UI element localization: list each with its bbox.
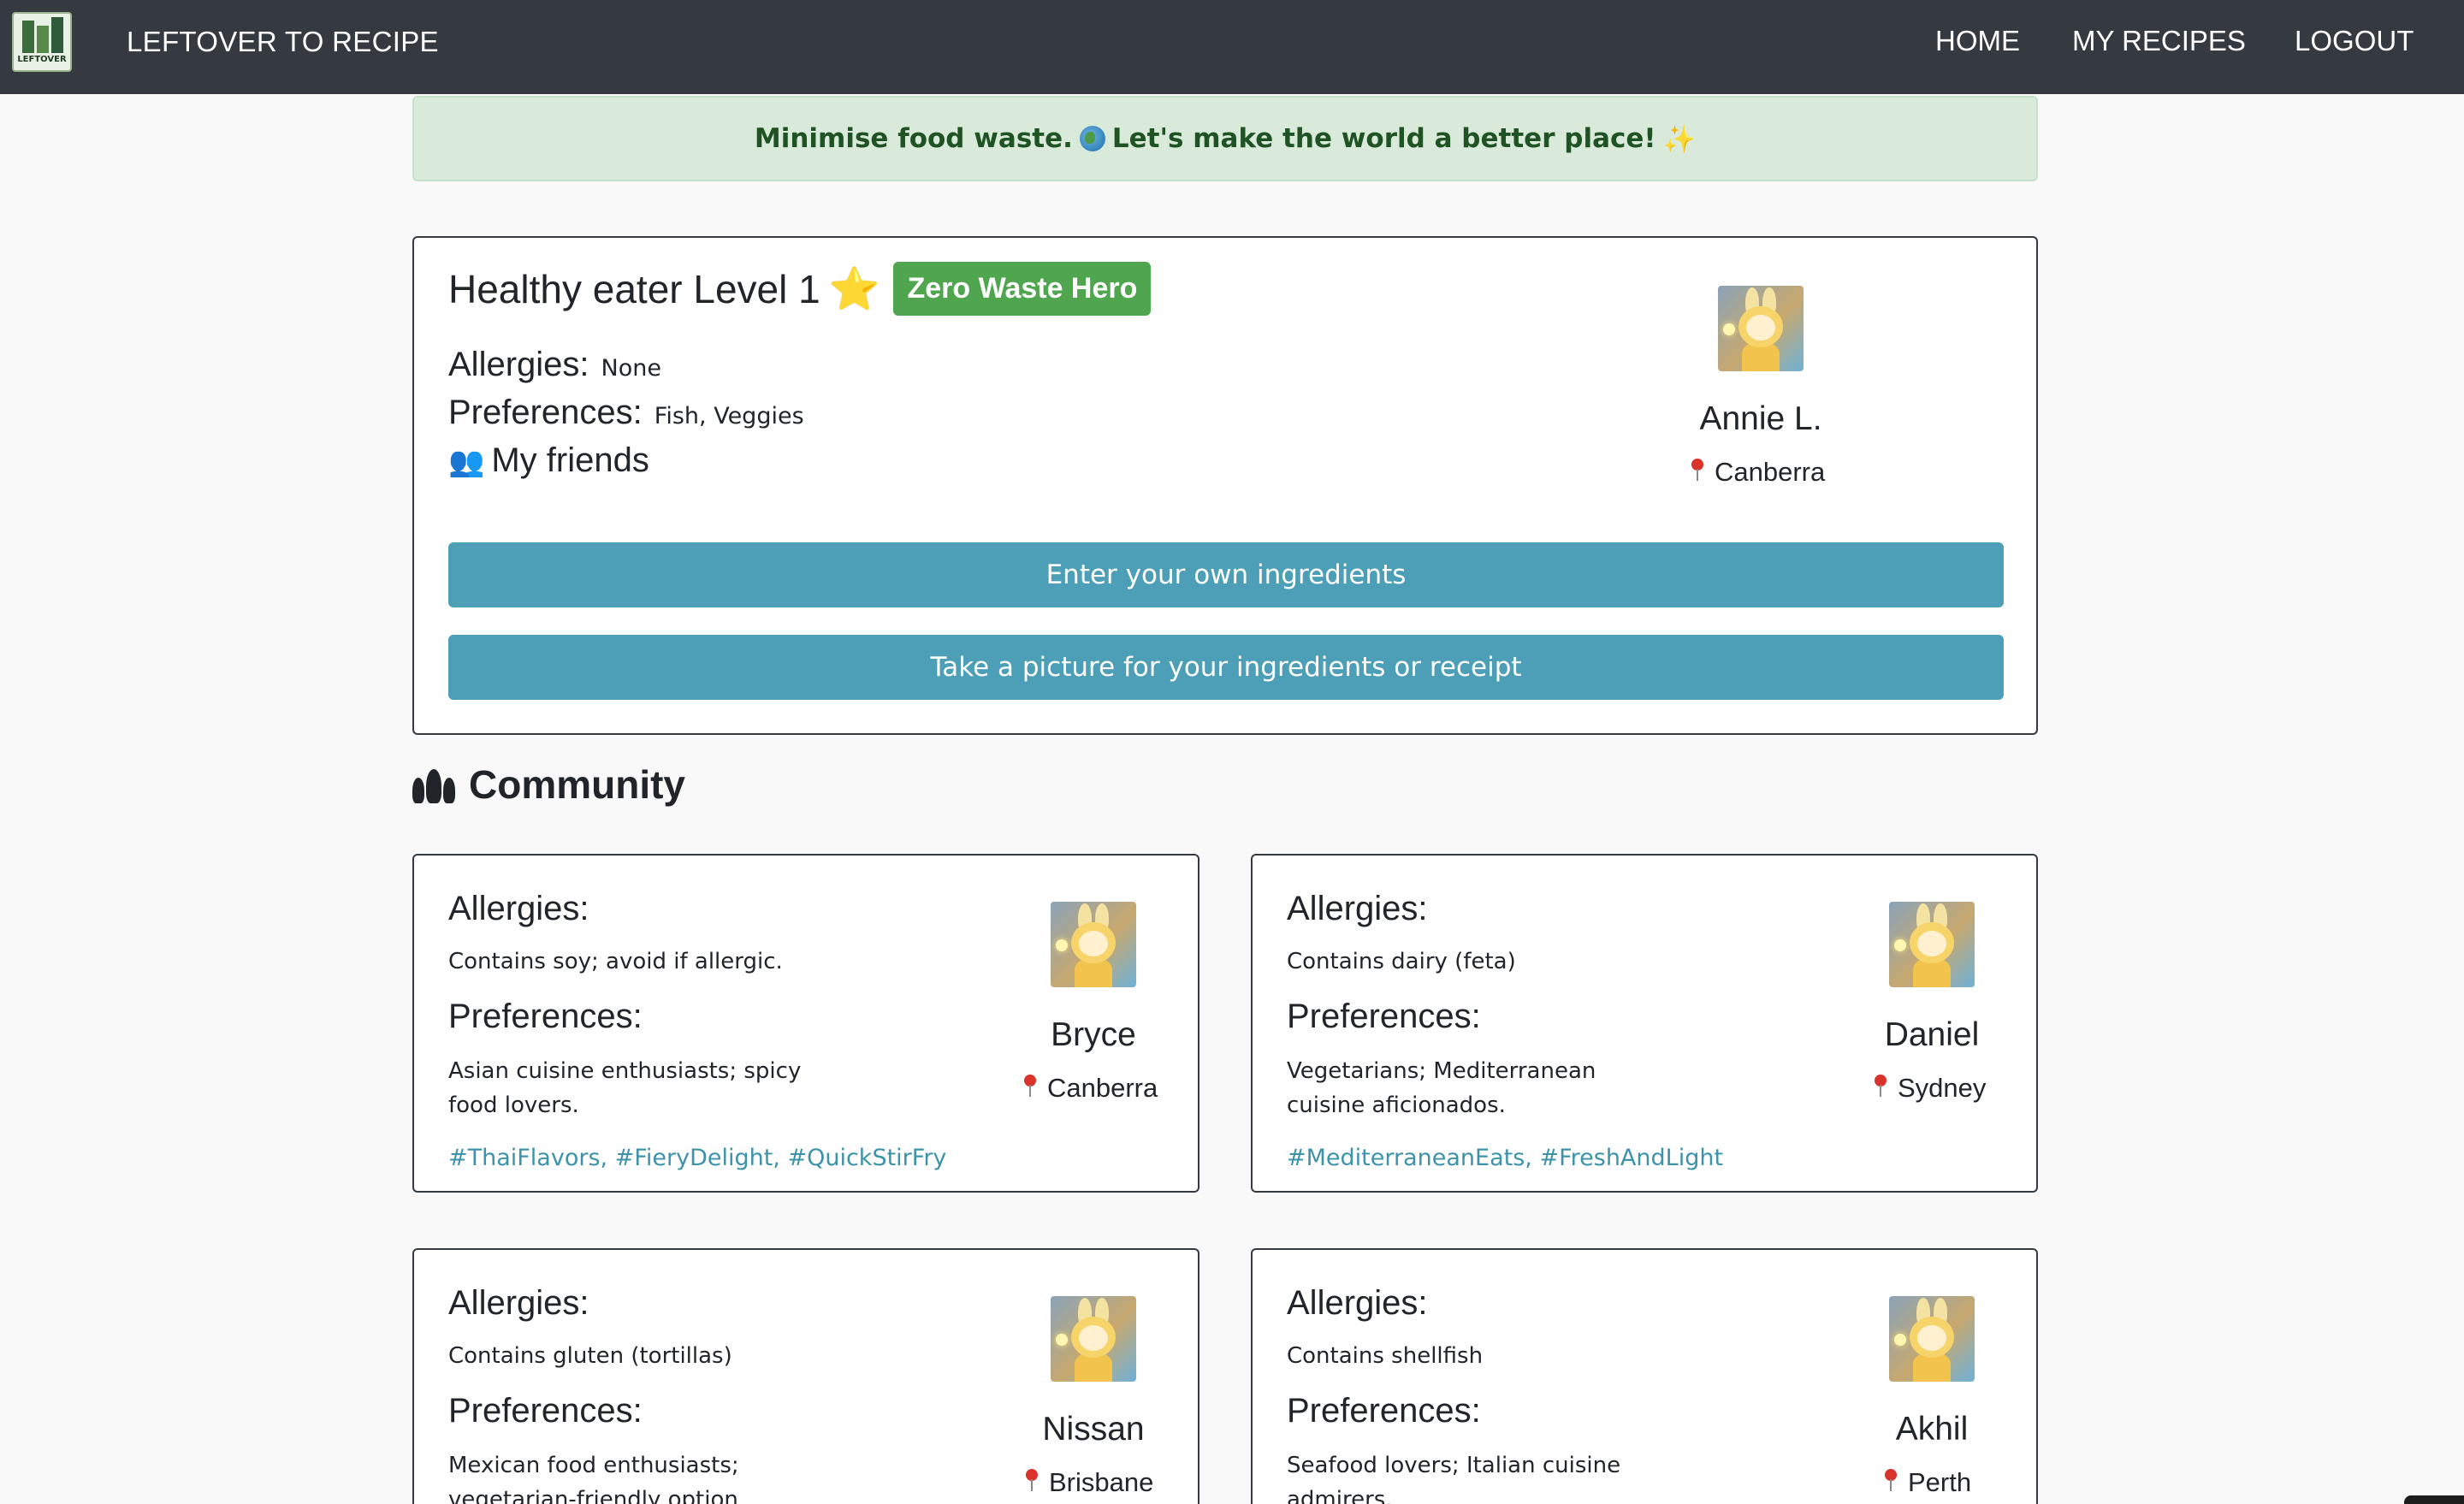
preferences-line-2: food lovers.	[448, 1092, 579, 1118]
community-title: Community	[469, 762, 685, 807]
nav-home-link[interactable]: HOME	[1935, 25, 2020, 57]
profile-location: Canberra	[1689, 457, 1825, 488]
allergies-label: Allergies:	[448, 346, 589, 383]
profile-level: Healthy eater Level 1 ⭐ Zero Waste Hero	[448, 262, 1152, 316]
profile-avatar	[1718, 286, 1804, 371]
allergies-label: Allergies:	[1287, 890, 1428, 927]
preferences-line-1: Mexican food enthusiasts;	[448, 1453, 739, 1478]
preferences-label: Preferences:	[448, 1392, 643, 1430]
member-location-text: Brisbane	[1049, 1467, 1154, 1497]
allergies-value: Contains shellfish	[1287, 1343, 1484, 1369]
profile-card: Healthy eater Level 1 ⭐ Zero Waste Hero …	[412, 236, 2038, 735]
nav-my-recipes-link[interactable]: MY RECIPES	[2072, 25, 2246, 57]
banner-text-2: Let's make the world a better place!	[1111, 123, 1656, 154]
community-card-akhil[interactable]: Allergies: Contains shellfish Preference…	[1251, 1248, 2038, 1504]
my-friends-link[interactable]: 👥 My friends	[448, 441, 649, 480]
app-brand[interactable]: LEFTOVER TO RECIPE	[127, 26, 439, 58]
community-heading: Community	[412, 761, 685, 808]
allergies-value: Contains gluten (tortillas)	[448, 1343, 732, 1369]
member-location: Canberra	[1022, 1073, 1158, 1104]
location-pin-icon	[1872, 1073, 1889, 1098]
recipe-tags[interactable]: #MediterraneanEats, #FreshAndLight	[1287, 1145, 1723, 1171]
member-location-text: Perth	[1908, 1467, 1972, 1497]
member-location: Sydney	[1872, 1073, 1986, 1104]
allergies-label: Allergies:	[448, 890, 589, 927]
preferences-line-1: Seafood lovers; Italian cuisine	[1287, 1453, 1621, 1478]
member-avatar	[1889, 1296, 1975, 1382]
my-friends-label: My friends	[491, 441, 649, 479]
top-navbar: LEFTOVER LEFTOVER TO RECIPE HOME MY RECI…	[0, 0, 2464, 94]
allergies-value: None	[601, 355, 661, 382]
location-pin-icon	[1689, 457, 1706, 483]
preferences-label: Preferences:	[448, 998, 643, 1035]
sparkle-icon: ✨	[1662, 123, 1697, 155]
location-pin-icon	[1022, 1073, 1039, 1098]
community-card-bryce[interactable]: Allergies: Contains soy; avoid if allerg…	[412, 854, 1199, 1193]
level-title: Healthy eater Level 1	[448, 266, 820, 311]
member-location-text: Sydney	[1898, 1073, 1987, 1103]
waste-banner: Minimise food waste. Let's make the worl…	[412, 96, 2038, 181]
community-card-nissan[interactable]: Allergies: Contains gluten (tortillas) P…	[412, 1248, 1199, 1504]
star-icon: ⭐	[828, 267, 880, 312]
nav-logout-link[interactable]: LOGOUT	[2295, 25, 2414, 57]
app-logo[interactable]: LEFTOVER	[12, 12, 72, 72]
member-name: Akhil	[1895, 1411, 1969, 1448]
profile-name: Annie L.	[1699, 400, 1822, 437]
friends-icon: 👥	[448, 446, 485, 478]
location-pin-icon	[1882, 1467, 1899, 1493]
preferences-line-2: admirers.	[1287, 1487, 1393, 1504]
preferences-line-2: vegetarian-friendly option	[448, 1487, 738, 1504]
recipe-tags[interactable]: #ThaiFlavors, #FieryDelight, #QuickStirF…	[448, 1145, 946, 1171]
profile-location-text: Canberra	[1715, 457, 1826, 487]
preferences-line-2: cuisine aficionados.	[1287, 1092, 1506, 1118]
member-location-text: Canberra	[1047, 1073, 1158, 1103]
allergies-row: Allergies: None	[448, 346, 661, 384]
banner-text-1: Minimise food waste.	[754, 123, 1073, 154]
location-pin-icon	[1023, 1467, 1040, 1493]
member-avatar	[1051, 902, 1136, 987]
preferences-label: Preferences:	[448, 394, 643, 431]
member-avatar	[1051, 1296, 1136, 1382]
preferences-value: Fish, Veggies	[654, 403, 804, 429]
preferences-row: Preferences: Fish, Veggies	[448, 394, 804, 432]
enter-ingredients-button[interactable]: Enter your own ingredients	[448, 542, 2004, 607]
member-location: Brisbane	[1023, 1467, 1153, 1498]
preferences-line-1: Vegetarians; Mediterranean	[1287, 1058, 1596, 1084]
member-name: Daniel	[1884, 1016, 1980, 1053]
member-name: Nissan	[1042, 1411, 1145, 1448]
people-icon	[412, 766, 457, 803]
preferences-line-1: Asian cuisine enthusiasts; spicy	[448, 1058, 802, 1084]
take-picture-button[interactable]: Take a picture for your ingredients or r…	[448, 635, 2004, 700]
scroll-indicator[interactable]	[2404, 1495, 2464, 1504]
member-avatar	[1889, 902, 1975, 987]
allergies-label: Allergies:	[1287, 1284, 1428, 1322]
globe-icon	[1079, 126, 1105, 151]
allergies-value: Contains dairy (feta)	[1287, 949, 1516, 974]
preferences-label: Preferences:	[1287, 998, 1481, 1035]
member-name: Bryce	[1051, 1016, 1136, 1053]
allergies-value: Contains soy; avoid if allergic.	[448, 949, 783, 974]
member-location: Perth	[1882, 1467, 1971, 1498]
logo-text: LEFTOVER	[17, 55, 67, 64]
achievement-badge: Zero Waste Hero	[893, 262, 1152, 316]
community-card-daniel[interactable]: Allergies: Contains dairy (feta) Prefere…	[1251, 854, 2038, 1193]
preferences-label: Preferences:	[1287, 1392, 1481, 1430]
allergies-label: Allergies:	[448, 1284, 589, 1322]
